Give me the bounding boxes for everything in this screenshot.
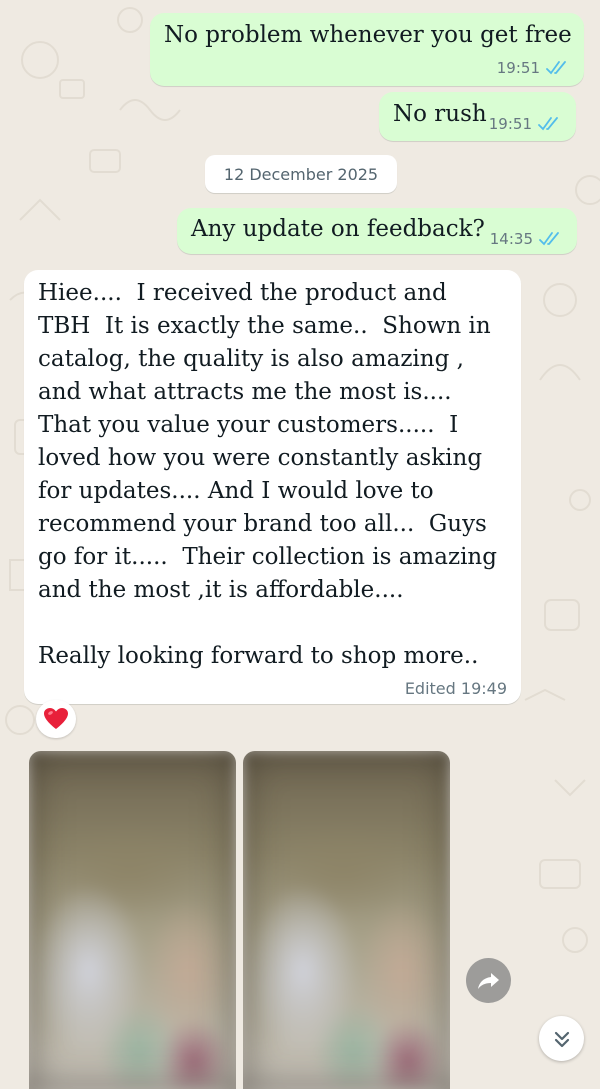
double-check-icon [539, 232, 559, 246]
message-meta: 19:51 [489, 115, 562, 133]
double-check-icon [538, 117, 558, 131]
message-text: No problem whenever you get free [164, 22, 572, 48]
message-meta: 19:51 [497, 59, 570, 77]
forward-icon [477, 972, 499, 989]
scroll-to-bottom-button[interactable] [539, 1016, 584, 1061]
blurred-image [29, 751, 236, 1089]
message-edited-time: Edited 19:49 [404, 679, 507, 698]
message-meta: Edited 19:49 [405, 679, 507, 698]
message-meta: 14:35 [490, 230, 563, 248]
message-text: Any update on feedback? [191, 216, 485, 242]
message-text: No rush [393, 101, 487, 127]
reaction-badge[interactable] [36, 700, 76, 738]
double-chevron-down-icon [554, 1031, 569, 1047]
media-thumbnail[interactable] [29, 751, 236, 1089]
blurred-image [243, 751, 450, 1089]
outgoing-message[interactable]: Any update on feedback? 14:35 [177, 208, 577, 254]
outgoing-message[interactable]: No rush 19:51 [379, 92, 576, 141]
outgoing-message[interactable]: No problem whenever you get free 19:51 [150, 13, 584, 86]
message-time: 14:35 [489, 230, 533, 248]
heart-icon [44, 708, 68, 729]
date-separator: 12 December 2025 [205, 155, 397, 193]
message-time: 19:51 [496, 59, 540, 77]
media-thumbnail[interactable] [243, 751, 450, 1089]
message-text: Hiee.... I received the product and TBH … [38, 280, 497, 669]
message-time: 19:51 [488, 115, 532, 133]
forward-button[interactable] [466, 958, 511, 1003]
double-check-icon [546, 61, 566, 75]
incoming-message[interactable]: Hiee.... I received the product and TBH … [24, 270, 521, 704]
